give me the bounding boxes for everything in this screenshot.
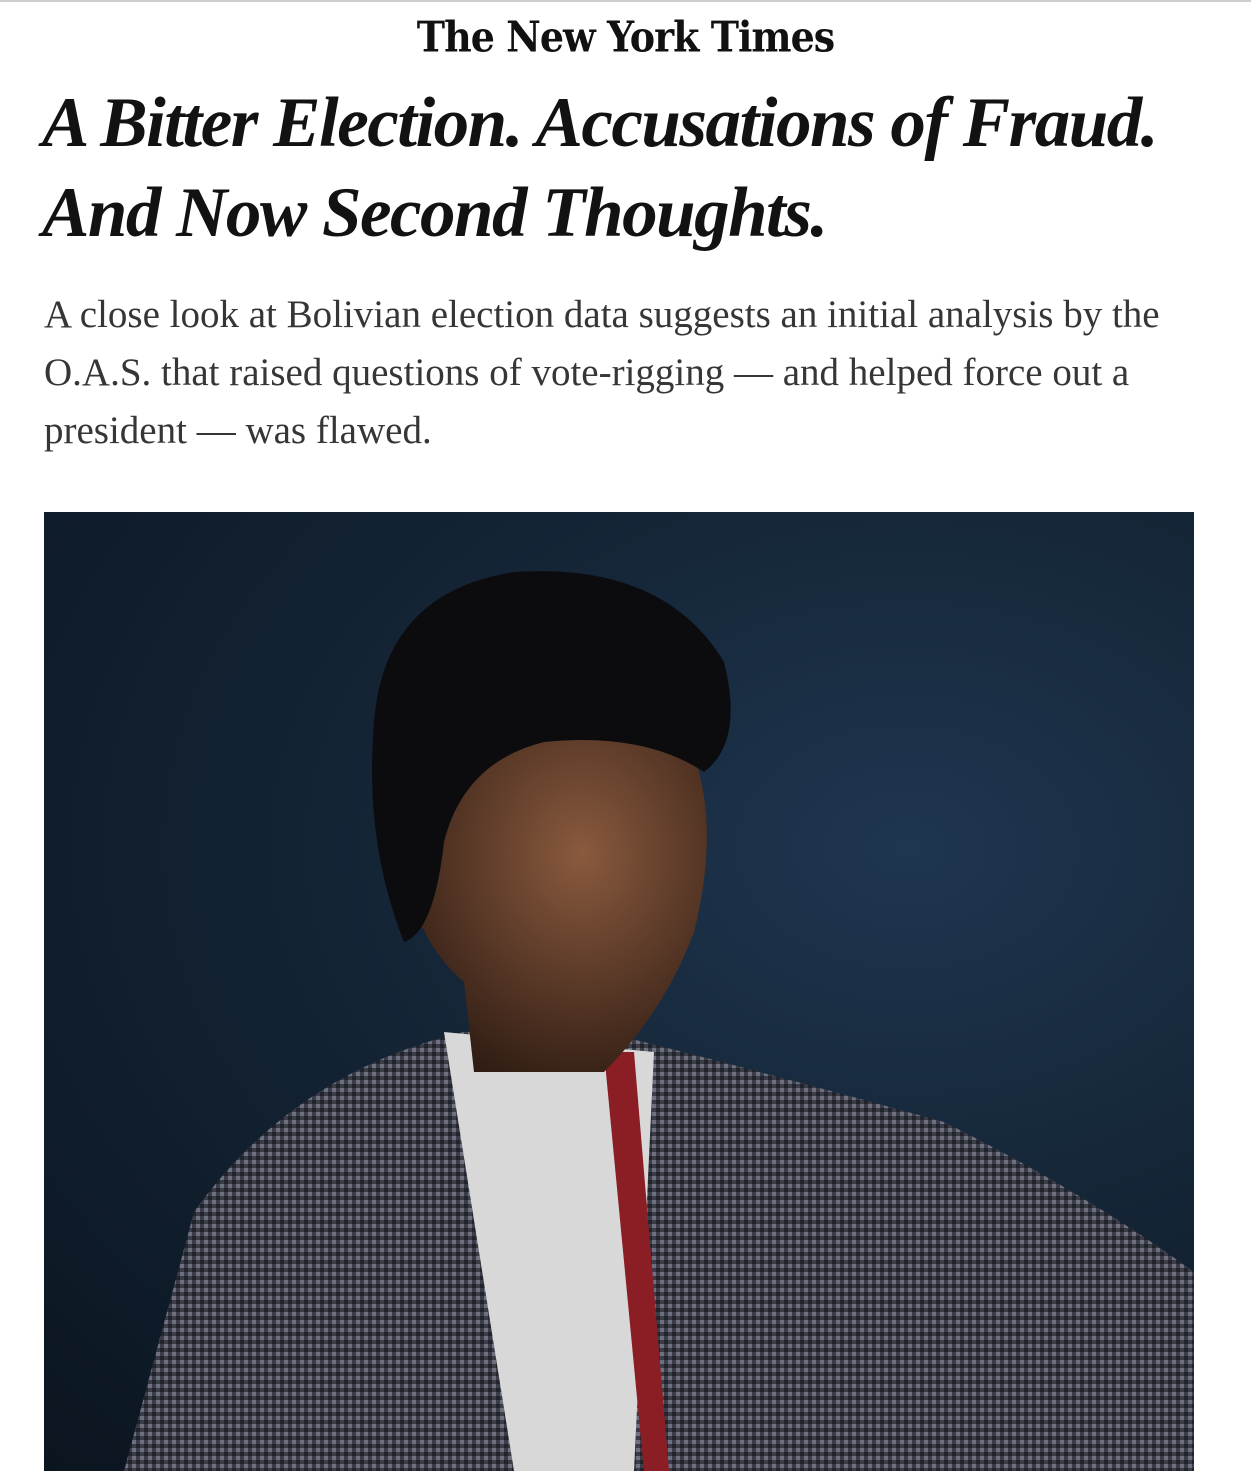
nyt-logo[interactable]: The New York Times — [0, 12, 1251, 62]
article-lead-photo — [44, 512, 1194, 1471]
article-headline: A Bitter Election. Accusations of Fraud.… — [42, 84, 1158, 252]
article-summary: A close look at Bolivian election data s… — [44, 293, 1160, 452]
top-border — [0, 0, 1251, 2]
